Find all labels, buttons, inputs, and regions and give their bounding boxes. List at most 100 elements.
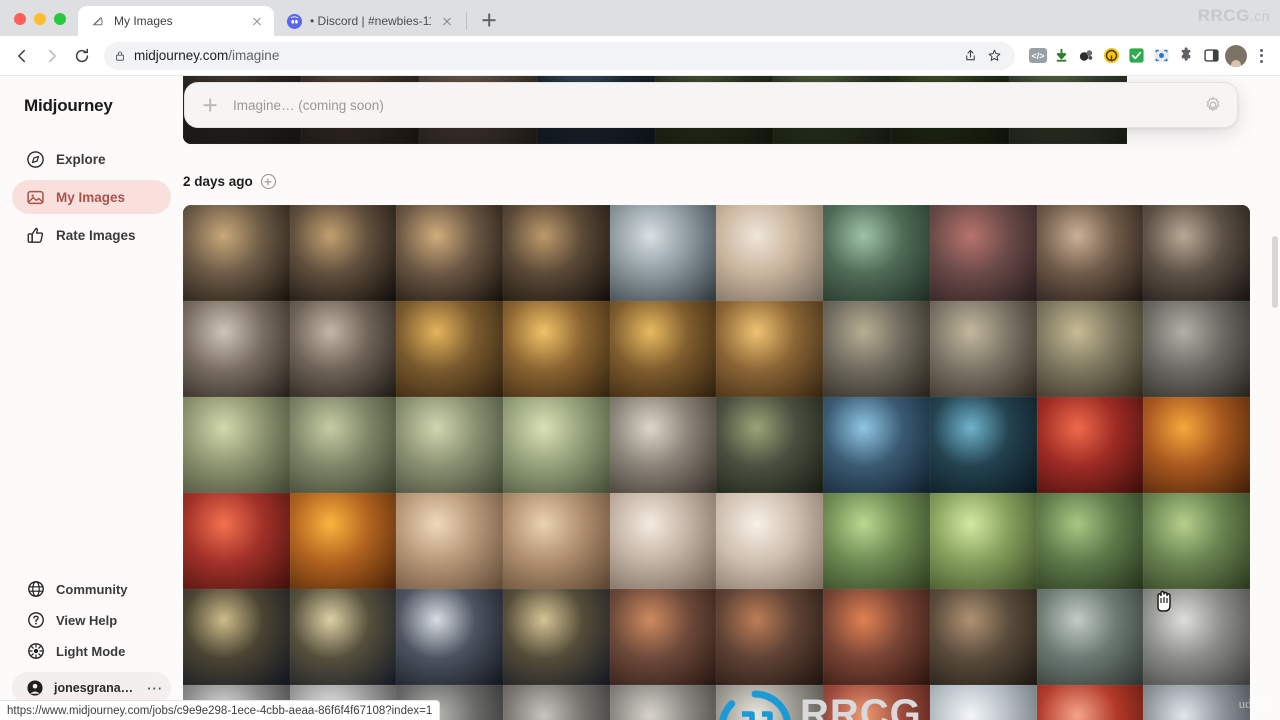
gallery-image-white-hair-figure-2[interactable] — [1143, 685, 1250, 720]
gallery-image-fantasy-town-sunset-2[interactable] — [716, 589, 824, 685]
gallery-image-orc-warrior-1[interactable] — [823, 301, 930, 397]
imagine-bar[interactable] — [184, 82, 1238, 128]
sidebar-item-my-images[interactable]: My Images — [12, 180, 171, 214]
address-bar[interactable]: midjourney.com/imagine — [104, 41, 1015, 70]
gallery-image-orc-warrior-4[interactable] — [1143, 301, 1250, 397]
avatar[interactable] — [1225, 44, 1247, 67]
gallery-image-moonlit-warrior-moon[interactable] — [289, 589, 397, 685]
close-window-button[interactable] — [14, 13, 26, 25]
sidebar-item-rate-images[interactable]: Rate Images — [12, 218, 171, 252]
gallery-image-orc-warrior-3[interactable] — [1036, 301, 1144, 397]
gear-icon[interactable] — [1203, 95, 1223, 115]
gallery-image-misty-mountain-valley[interactable] — [1036, 589, 1144, 685]
search-input[interactable] — [219, 97, 1203, 113]
gallery-image-golden-shop-couple-walking[interactable] — [609, 301, 717, 397]
three-dot-menu-icon[interactable] — [1250, 45, 1272, 67]
gallery-image-elderly-man-portrait-1[interactable] — [1036, 205, 1144, 301]
gallery-image-psychedelic-portrait-red-2[interactable] — [183, 493, 290, 589]
gallery-image-trash-bin-space-1[interactable] — [823, 397, 930, 493]
url-path: /imagine — [228, 48, 280, 63]
gallery-image-bearded-man-portrait-1[interactable] — [183, 301, 290, 397]
gallery-image-scifi-corridor-figure[interactable] — [609, 685, 717, 720]
sidebar-item-view-help[interactable]: View Help — [12, 605, 171, 635]
tab-divider — [466, 12, 467, 30]
gallery-image-fantasy-map-1[interactable] — [183, 397, 290, 493]
sidebar-item-explore[interactable]: Explore — [12, 142, 171, 176]
address-bar-url: midjourney.com/imagine — [134, 48, 279, 63]
gallery-image-moonlit-warrior-1[interactable] — [183, 589, 290, 685]
reload-icon[interactable] — [68, 42, 96, 70]
gallery-image-futuristic-city-autumn[interactable] — [716, 205, 824, 301]
scrollbar-thumb[interactable] — [1272, 236, 1278, 308]
minimize-window-button[interactable] — [34, 13, 46, 25]
gallery-image-isometric-room-2[interactable] — [503, 493, 610, 589]
gallery-image-monochrome-tree-scene[interactable] — [1143, 589, 1250, 685]
gallery-image-trash-bin-space-2[interactable] — [929, 397, 1037, 493]
gallery-image-golden-shop-two-men[interactable] — [396, 301, 504, 397]
back-arrow-icon[interactable] — [8, 42, 36, 70]
gallery-image-fantasy-map-island[interactable] — [503, 397, 610, 493]
gallery-image-fantasy-map-2[interactable] — [289, 397, 397, 493]
sidebar-item-community[interactable]: Community — [12, 574, 171, 604]
gallery-row-row-2 — [183, 301, 1250, 397]
gallery-image-elderly-man-cap-portrait[interactable] — [1143, 205, 1250, 301]
sidebar-item-light-mode[interactable]: Light Mode — [12, 636, 171, 666]
code-extension-icon[interactable]: </> — [1029, 48, 1047, 63]
gallery-image-isometric-room-3[interactable] — [609, 493, 717, 589]
gallery-image-futuristic-arch-ring[interactable] — [609, 205, 717, 301]
gallery-image-miniature-village-3[interactable] — [1036, 493, 1144, 589]
gallery-image-miniature-village-1[interactable] — [823, 493, 930, 589]
gallery-image-miniature-village-4[interactable] — [1143, 493, 1250, 589]
gallery-image-golden-shop-couple-embrace[interactable] — [503, 301, 610, 397]
gallery-image-child-at-table-1[interactable] — [183, 205, 290, 301]
gallery-image-fantasy-town-red-sky[interactable] — [823, 589, 930, 685]
screenshot-capture-icon[interactable] — [1150, 45, 1172, 67]
gallery-image-isometric-room-1[interactable] — [396, 493, 504, 589]
green-checkbox-icon[interactable] — [1125, 45, 1147, 67]
window-traffic-lights[interactable] — [10, 13, 78, 36]
tab-discord[interactable]: • Discord | #newbies-112 | Mid — [274, 6, 464, 36]
gallery-image-child-at-table-4[interactable] — [503, 205, 610, 301]
puzzle-extension-icon[interactable] — [1175, 45, 1197, 67]
plus-icon[interactable] — [201, 96, 219, 114]
sidebar-account-button[interactable]: jonesgrana… ··· — [12, 672, 171, 704]
gallery-image-psychedelic-portrait-red-1[interactable] — [1036, 397, 1144, 493]
gallery-image-red-dragon-white[interactable] — [1036, 685, 1144, 720]
gallery-image-fantasy-map-town[interactable] — [396, 397, 504, 493]
maximize-window-button[interactable] — [54, 13, 66, 25]
side-panel-icon[interactable] — [1200, 45, 1222, 67]
color-bubbles-icon[interactable] — [1075, 45, 1097, 67]
gallery-image-trash-bin-fire[interactable] — [716, 397, 824, 493]
gallery-image-fantasy-town-village[interactable] — [929, 589, 1037, 685]
close-icon[interactable] — [249, 13, 265, 29]
gallery-image-psychedelic-portrait-orange-2[interactable] — [289, 493, 397, 589]
tab-my-images[interactable]: My Images — [78, 6, 274, 36]
github-circle-icon[interactable] — [1100, 45, 1122, 67]
gallery-image-miniature-village-2[interactable] — [929, 493, 1037, 589]
gallery-image-bearded-man-portrait-2[interactable] — [289, 301, 397, 397]
gallery-image-moonlit-lone-figure[interactable] — [396, 589, 504, 685]
gallery-image-futuristic-city-green[interactable] — [823, 205, 930, 301]
close-icon[interactable] — [439, 13, 455, 29]
gallery-image-golden-street-couple[interactable] — [716, 301, 824, 397]
gallery-image-isometric-room-4[interactable] — [716, 493, 824, 589]
gallery-image-white-hair-figure-1[interactable] — [929, 685, 1037, 720]
forward-arrow-icon[interactable] — [38, 42, 66, 70]
sidebar-item-label: Explore — [56, 151, 106, 167]
url-domain: midjourney.com — [134, 48, 229, 63]
star-icon[interactable] — [983, 45, 1005, 67]
plus-circle-icon[interactable] — [260, 174, 276, 189]
gallery-image-fantasy-town-sunset-1[interactable] — [609, 589, 717, 685]
download-arrow-icon[interactable] — [1050, 45, 1072, 67]
new-tab-button[interactable] — [475, 6, 503, 34]
share-icon[interactable] — [959, 45, 981, 67]
gallery-image-child-at-table-3[interactable] — [396, 205, 504, 301]
gallery-image-moonlit-warrior-2[interactable] — [503, 589, 610, 685]
gallery-image-scifi-market-scene[interactable] — [503, 685, 610, 720]
gallery-image-child-at-table-2[interactable] — [289, 205, 397, 301]
account-menu-icon[interactable]: ··· — [147, 681, 163, 696]
gallery-image-futuristic-city-red[interactable] — [929, 205, 1037, 301]
gallery-image-orc-warrior-2[interactable] — [929, 301, 1037, 397]
gallery-image-trash-robot-1[interactable] — [609, 397, 717, 493]
gallery-image-psychedelic-portrait-orange-1[interactable] — [1143, 397, 1250, 493]
